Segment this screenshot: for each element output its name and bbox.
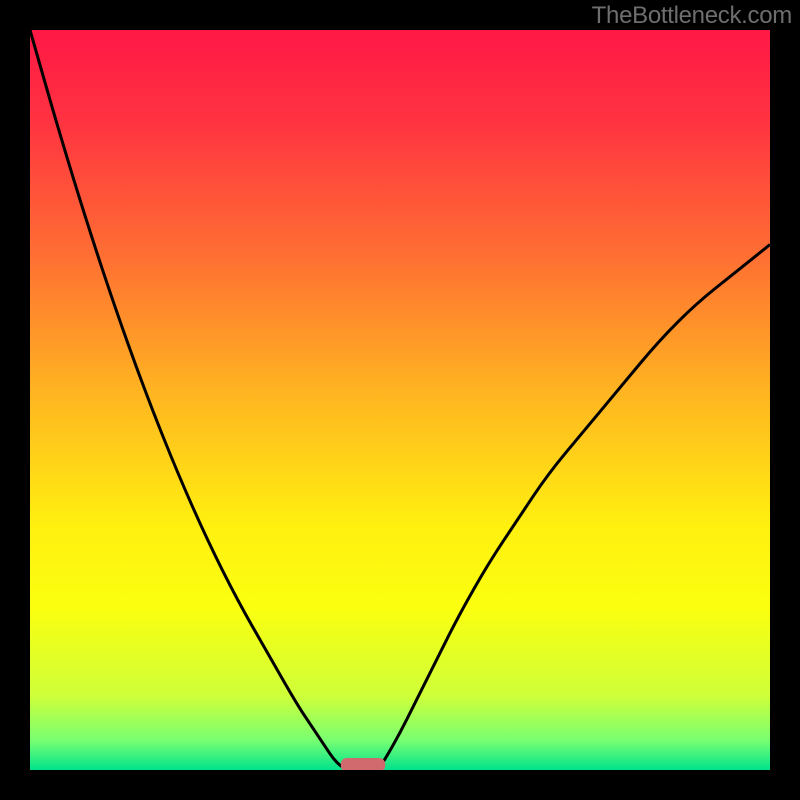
bottleneck-chart (30, 30, 770, 770)
chart-svg (30, 30, 770, 770)
ideal-range-marker (341, 758, 385, 770)
chart-frame: TheBottleneck.com (0, 0, 800, 800)
watermark-text: TheBottleneck.com (592, 2, 792, 30)
chart-background (30, 30, 770, 770)
